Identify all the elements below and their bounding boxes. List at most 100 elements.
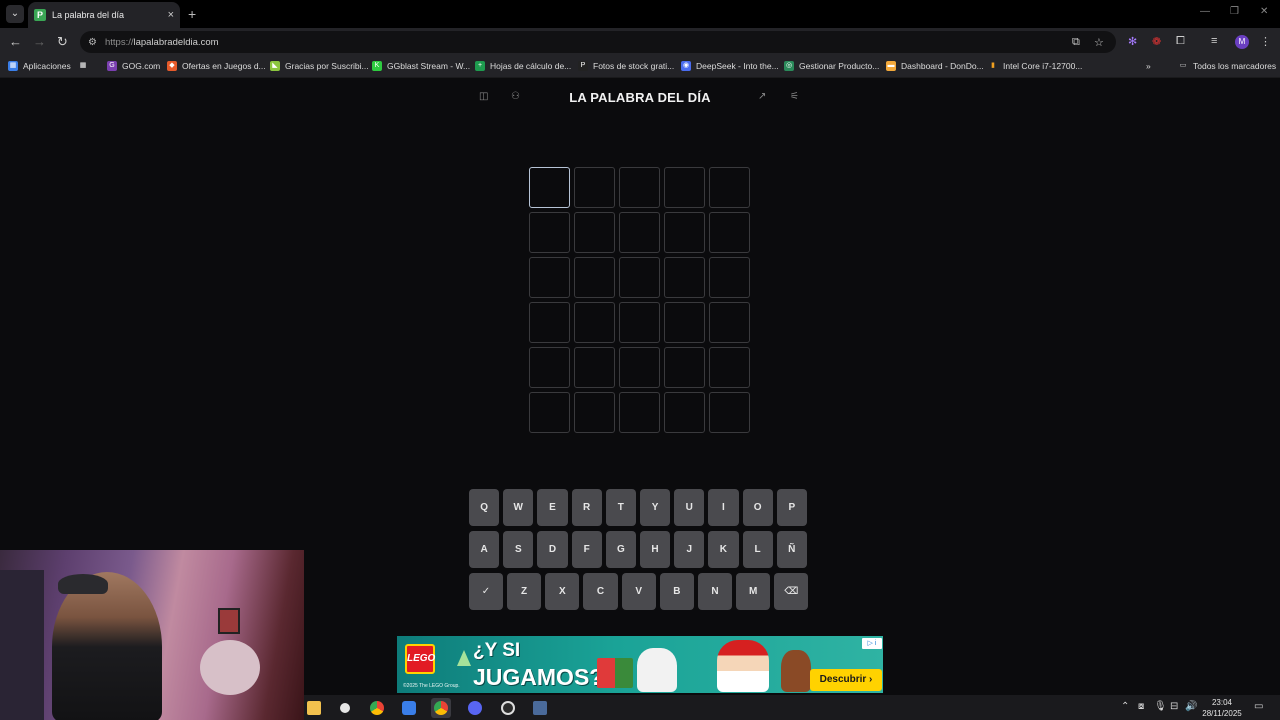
app-blue-icon[interactable] xyxy=(399,698,419,718)
chrome-icon[interactable] xyxy=(367,698,387,718)
board-cell[interactable] xyxy=(529,257,570,298)
install-app-icon[interactable]: ⧉ xyxy=(1072,36,1080,49)
key-n[interactable]: N xyxy=(697,573,733,610)
key-z[interactable]: Z xyxy=(507,573,542,610)
settings-sliders-icon[interactable]: ⚟ xyxy=(790,91,799,102)
chrome-profile-icon[interactable] xyxy=(431,698,451,718)
address-bar[interactable]: ⚙ https://lapalabradeldia.com ⧉ ☆ xyxy=(80,31,1116,53)
key-r[interactable]: R xyxy=(571,489,602,526)
bookmark-item[interactable]: K GGblast Stream - W... xyxy=(372,61,470,71)
board-cell[interactable] xyxy=(664,212,705,253)
sidebar-toggle-icon[interactable]: ◫ xyxy=(479,91,488,102)
extensions-puzzle-icon[interactable]: ⧠ xyxy=(1176,35,1185,48)
bookmark-item[interactable]: P Fotos de stock grati... xyxy=(578,61,674,71)
board-cell[interactable] xyxy=(709,302,750,343)
key-backspace-icon[interactable]: ⌫ xyxy=(774,573,809,610)
reload-icon[interactable]: ↻ xyxy=(57,34,68,50)
board-cell[interactable] xyxy=(529,212,570,253)
board-cell[interactable] xyxy=(619,257,660,298)
board-cell[interactable] xyxy=(574,257,615,298)
board-cell[interactable] xyxy=(619,212,660,253)
board-cell[interactable] xyxy=(529,347,570,388)
microphone-icon[interactable]: 🎙 xyxy=(1154,701,1167,712)
bookmark-item[interactable]: ▮ Intel Core i7-12700... xyxy=(988,61,1082,71)
board-cell[interactable] xyxy=(664,167,705,208)
key-j[interactable]: J xyxy=(674,531,705,568)
minimize-icon[interactable]: — xyxy=(1200,6,1210,17)
board-cell[interactable] xyxy=(709,167,750,208)
key-y[interactable]: Y xyxy=(639,489,671,526)
bookmark-item[interactable]: + Hojas de cálculo de... xyxy=(475,61,571,71)
reading-list-icon[interactable]: ≡ xyxy=(1211,35,1217,47)
key-b[interactable]: B xyxy=(659,573,694,610)
all-bookmarks-folder[interactable]: ▭ Todos los marcadores xyxy=(1178,61,1276,71)
key-p[interactable]: P xyxy=(776,489,807,526)
key-s[interactable]: S xyxy=(503,531,534,568)
board-cell[interactable] xyxy=(574,212,615,253)
ad-banner[interactable]: LEGO ©2025 The LEGO Group. ¿Y SI JUGAMOS… xyxy=(397,636,883,693)
volume-icon[interactable]: 🔊 xyxy=(1185,701,1197,712)
key-h[interactable]: H xyxy=(639,531,671,568)
key-t[interactable]: T xyxy=(605,489,636,526)
tray-chevron-icon[interactable]: ⌃ xyxy=(1121,701,1129,712)
key-c[interactable]: C xyxy=(583,573,618,610)
key-w[interactable]: W xyxy=(503,489,534,526)
extension-gear-icon[interactable]: ✻ xyxy=(1128,35,1137,48)
notifications-icon[interactable]: ▭ xyxy=(1254,701,1263,712)
menu-kebab-icon[interactable]: ⋮ xyxy=(1260,35,1271,48)
key-l[interactable]: L xyxy=(742,531,773,568)
key-enter-check-icon[interactable]: ✓ xyxy=(469,573,503,610)
ad-choices-icon[interactable]: ▷ i xyxy=(862,638,882,649)
board-cell[interactable] xyxy=(619,347,660,388)
bookmark-item[interactable]: ◆ Ofertas en Juegos d... xyxy=(167,61,266,71)
taskbar-clock[interactable]: 23:04 28/11/2025 xyxy=(1198,697,1246,719)
bookmark-item[interactable]: ◎ Gestionar Producto... xyxy=(784,61,879,71)
site-info-icon[interactable]: ⚙ xyxy=(88,37,97,48)
back-arrow-icon[interactable]: ← xyxy=(9,34,22,49)
board-cell[interactable] xyxy=(709,392,750,433)
bookmark-item[interactable]: ◣ Gracias por Suscribi... xyxy=(270,61,369,71)
key-k[interactable]: K xyxy=(708,531,739,568)
tab-close-icon[interactable]: × xyxy=(168,9,174,21)
bookmark-item[interactable]: ▦ Aplicaciones xyxy=(8,61,71,71)
key-i[interactable]: I xyxy=(708,489,739,526)
key-m[interactable]: M xyxy=(736,573,771,610)
discord-icon[interactable] xyxy=(465,698,485,718)
calculator-icon[interactable] xyxy=(530,698,550,718)
bookmarks-overflow-icon[interactable]: » xyxy=(1146,61,1151,71)
ad-cta-button[interactable]: Descubrir › xyxy=(810,669,882,691)
network-icon[interactable]: ⊟ xyxy=(1170,701,1178,712)
user-icon[interactable]: ⚇ xyxy=(511,91,520,102)
tab-search-chevron-icon[interactable]: ⌄ xyxy=(6,5,24,23)
board-cell[interactable] xyxy=(709,212,750,253)
key-f[interactable]: F xyxy=(571,531,602,568)
restore-icon[interactable]: ❐ xyxy=(1230,6,1239,17)
bookmark-item[interactable]: ◉ DeepSeek - Into the... xyxy=(681,61,779,71)
close-window-icon[interactable]: ✕ xyxy=(1260,6,1268,17)
forward-arrow-icon[interactable]: → xyxy=(33,34,46,49)
board-cell[interactable] xyxy=(709,257,750,298)
obs-icon[interactable] xyxy=(498,698,518,718)
key-v[interactable]: V xyxy=(621,573,656,610)
bookmark-item[interactable]: ▦ xyxy=(78,61,93,71)
board-cell[interactable] xyxy=(664,302,705,343)
board-cell[interactable] xyxy=(619,392,660,433)
board-cell[interactable] xyxy=(619,167,660,208)
extension-red-icon[interactable]: ❁ xyxy=(1152,35,1161,48)
board-cell[interactable] xyxy=(709,347,750,388)
board-cell[interactable] xyxy=(529,392,570,433)
key-g[interactable]: G xyxy=(605,531,636,568)
file-explorer-icon[interactable] xyxy=(304,698,324,718)
key-q[interactable]: Q xyxy=(469,489,500,526)
logitech-icon[interactable] xyxy=(335,698,355,718)
key-e[interactable]: E xyxy=(537,489,568,526)
board-cell[interactable] xyxy=(664,257,705,298)
browser-tab[interactable]: P La palabra del día × xyxy=(28,2,180,28)
bookmark-item[interactable]: ▬ Dashboard - DonDo... xyxy=(886,61,984,71)
bookmark-star-icon[interactable]: ☆ xyxy=(1094,36,1104,49)
profile-avatar[interactable]: M xyxy=(1235,35,1249,49)
key-d[interactable]: D xyxy=(537,531,568,568)
board-cell[interactable] xyxy=(529,167,570,208)
stats-trend-icon[interactable]: ↗ xyxy=(758,91,766,102)
new-tab-plus-icon[interactable]: + xyxy=(188,6,196,22)
